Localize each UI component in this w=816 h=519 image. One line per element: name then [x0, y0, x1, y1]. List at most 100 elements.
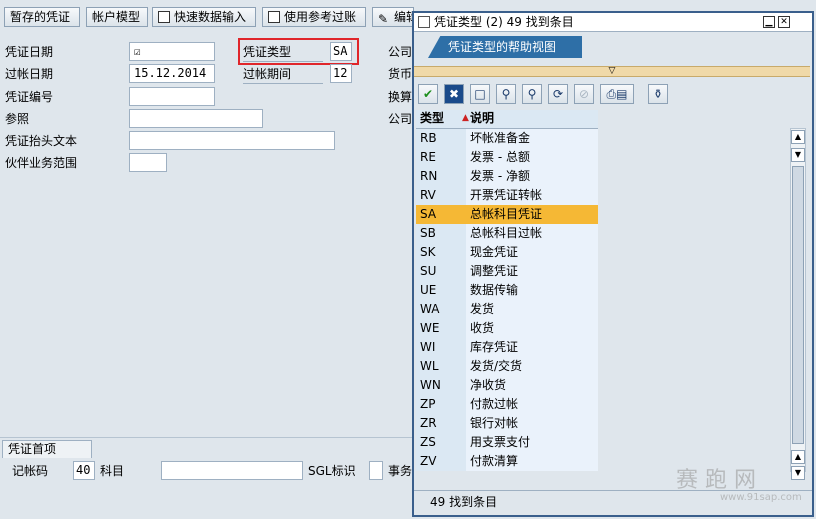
table-row[interactable]: ZP 付款过帐: [416, 395, 598, 414]
fast-entry-label: 快速数据输入: [174, 10, 247, 24]
description-cell: 总帐科目过帐: [466, 224, 598, 243]
fast-data-entry-button[interactable]: 快速数据输入: [152, 7, 256, 27]
account-field[interactable]: [161, 461, 303, 480]
table-row[interactable]: WI 库存凭证: [416, 338, 598, 357]
post-date-field[interactable]: 15.12.2014: [129, 64, 215, 83]
table-row[interactable]: WA 发货: [416, 300, 598, 319]
header-text-field[interactable]: [129, 131, 335, 150]
copy-icon: [268, 11, 280, 23]
table-row[interactable]: RE 发票 - 总额: [416, 148, 598, 167]
partner-label: 伙伴业务范围: [5, 156, 78, 170]
type-cell: SB: [416, 224, 466, 243]
scroll-up-icon[interactable]: ▼: [791, 148, 805, 162]
sgl-field[interactable]: [369, 461, 383, 480]
triangle-down-icon: ▽: [608, 66, 616, 76]
info-icon[interactable]: ⚱: [648, 84, 668, 104]
doc-date-field[interactable]: ☑: [129, 42, 215, 61]
account-model-label: 帐户模型: [92, 10, 141, 24]
new-icon[interactable]: □: [470, 84, 490, 104]
type-cell: RB: [416, 129, 466, 148]
description-cell: 数据传输: [466, 281, 598, 300]
calendar-check-icon: ☑: [134, 45, 141, 58]
table-row[interactable]: UE 数据传输: [416, 281, 598, 300]
find-icon[interactable]: ⚲: [496, 84, 516, 104]
table-row[interactable]: SB 总帐科目过帐: [416, 224, 598, 243]
description-cell: 用支票支付: [466, 433, 598, 452]
table-row[interactable]: WE 收货: [416, 319, 598, 338]
table-row[interactable]: WN 净收货: [416, 376, 598, 395]
col-desc-header[interactable]: 说明: [470, 110, 494, 127]
type-cell: ZR: [416, 414, 466, 433]
table-row[interactable]: ZV 付款清算: [416, 452, 598, 471]
table-row[interactable]: ZR 银行对帐: [416, 414, 598, 433]
tab-first-line-item[interactable]: 凭证首项: [2, 440, 92, 458]
editing-options-button[interactable]: ✎ 编辑选项: [372, 7, 414, 27]
account-model-button[interactable]: 帐户模型: [86, 7, 148, 27]
doc-number-label: 凭证编号: [5, 90, 54, 104]
result-table: 类型 ▲ 说明 RB 坏帐准备金 RE 发票 - 总额 RN 发票 - 净额 RV 开票凭证转…: [416, 110, 598, 471]
scroll-up-icon[interactable]: ▲: [791, 450, 805, 464]
type-cell: ZS: [416, 433, 466, 452]
company2-label: 公司: [388, 112, 413, 126]
minimize-icon[interactable]: ▁: [763, 16, 775, 28]
description-cell: 发货: [466, 300, 598, 319]
doc-type-label: 凭证类型: [243, 43, 323, 62]
account-label: 科目: [100, 464, 125, 478]
type-cell: WE: [416, 319, 466, 338]
tab-divider: [414, 58, 810, 66]
post-with-reference-button[interactable]: 使用参考过账: [262, 7, 366, 27]
description-cell: 收货: [466, 319, 598, 338]
partner-field[interactable]: [129, 153, 167, 172]
table-row[interactable]: RN 发票 - 净额: [416, 167, 598, 186]
table-row[interactable]: SK 现金凭证: [416, 243, 598, 262]
type-cell: RV: [416, 186, 466, 205]
refresh-icon[interactable]: ⟳: [548, 84, 568, 104]
find-next-icon[interactable]: ⚲: [522, 84, 542, 104]
reference-label: 参照: [5, 112, 30, 126]
company-label: 公司: [388, 45, 413, 59]
table-row[interactable]: SU 调整凭证: [416, 262, 598, 281]
cancel-icon[interactable]: ✖: [444, 84, 464, 104]
disabled-icon: ⊘: [574, 84, 594, 104]
posting-key-field[interactable]: 40: [73, 461, 95, 480]
description-cell: 库存凭证: [466, 338, 598, 357]
type-cell: ZV: [416, 452, 466, 471]
description-cell: 调整凭证: [466, 262, 598, 281]
type-cell: SU: [416, 262, 466, 281]
table-row[interactable]: RB 坏帐准备金: [416, 129, 598, 148]
tab-help-view[interactable]: 凭证类型的帮助视图: [428, 36, 582, 58]
pencil-icon: ✎: [378, 12, 389, 26]
description-cell: 总帐科目凭证: [466, 205, 598, 224]
description-cell: 付款清算: [466, 452, 598, 471]
sgl-label: SGL标识: [308, 464, 356, 478]
description-cell: 银行对帐: [466, 414, 598, 433]
scrollbar-thumb[interactable]: [792, 166, 804, 444]
table-row[interactable]: RV 开票凭证转帐: [416, 186, 598, 205]
exchange-label: 换算: [388, 90, 413, 104]
held-document-label: 暂存的凭证: [10, 10, 71, 24]
type-cell: SK: [416, 243, 466, 262]
close-icon[interactable]: ✕: [778, 16, 790, 28]
description-cell: 发货/交货: [466, 357, 598, 376]
print-icon[interactable]: ⎙▤: [600, 84, 634, 104]
doc-type-field[interactable]: SA: [330, 42, 352, 61]
description-cell: 坏帐准备金: [466, 129, 598, 148]
posting-key-label: 记帐码: [12, 464, 49, 478]
table-row[interactable]: ZS 用支票支付: [416, 433, 598, 452]
table-row[interactable]: SA 总帐科目凭证: [416, 205, 598, 224]
watermark-url: www.91sap.com: [720, 492, 802, 503]
held-document-button[interactable]: 暂存的凭证: [4, 7, 80, 27]
col-type-header[interactable]: 类型: [420, 110, 444, 127]
description-cell: 开票凭证转帐: [466, 186, 598, 205]
table-row[interactable]: WL 发货/交货: [416, 357, 598, 376]
type-cell: SA: [416, 205, 466, 224]
restrictions-toggle[interactable]: ▽: [414, 66, 810, 77]
scroll-up-icon[interactable]: ▲: [791, 130, 805, 144]
doc-number-field[interactable]: [129, 87, 215, 106]
period-field[interactable]: 12: [330, 64, 352, 83]
check-icon[interactable]: ✔: [418, 84, 438, 104]
scroll-down-icon[interactable]: ▼: [791, 466, 805, 480]
reference-field[interactable]: [129, 109, 263, 128]
watermark-text: 赛 跑 网: [676, 468, 756, 493]
watermark-logo: 赛 跑 网: [676, 462, 756, 494]
